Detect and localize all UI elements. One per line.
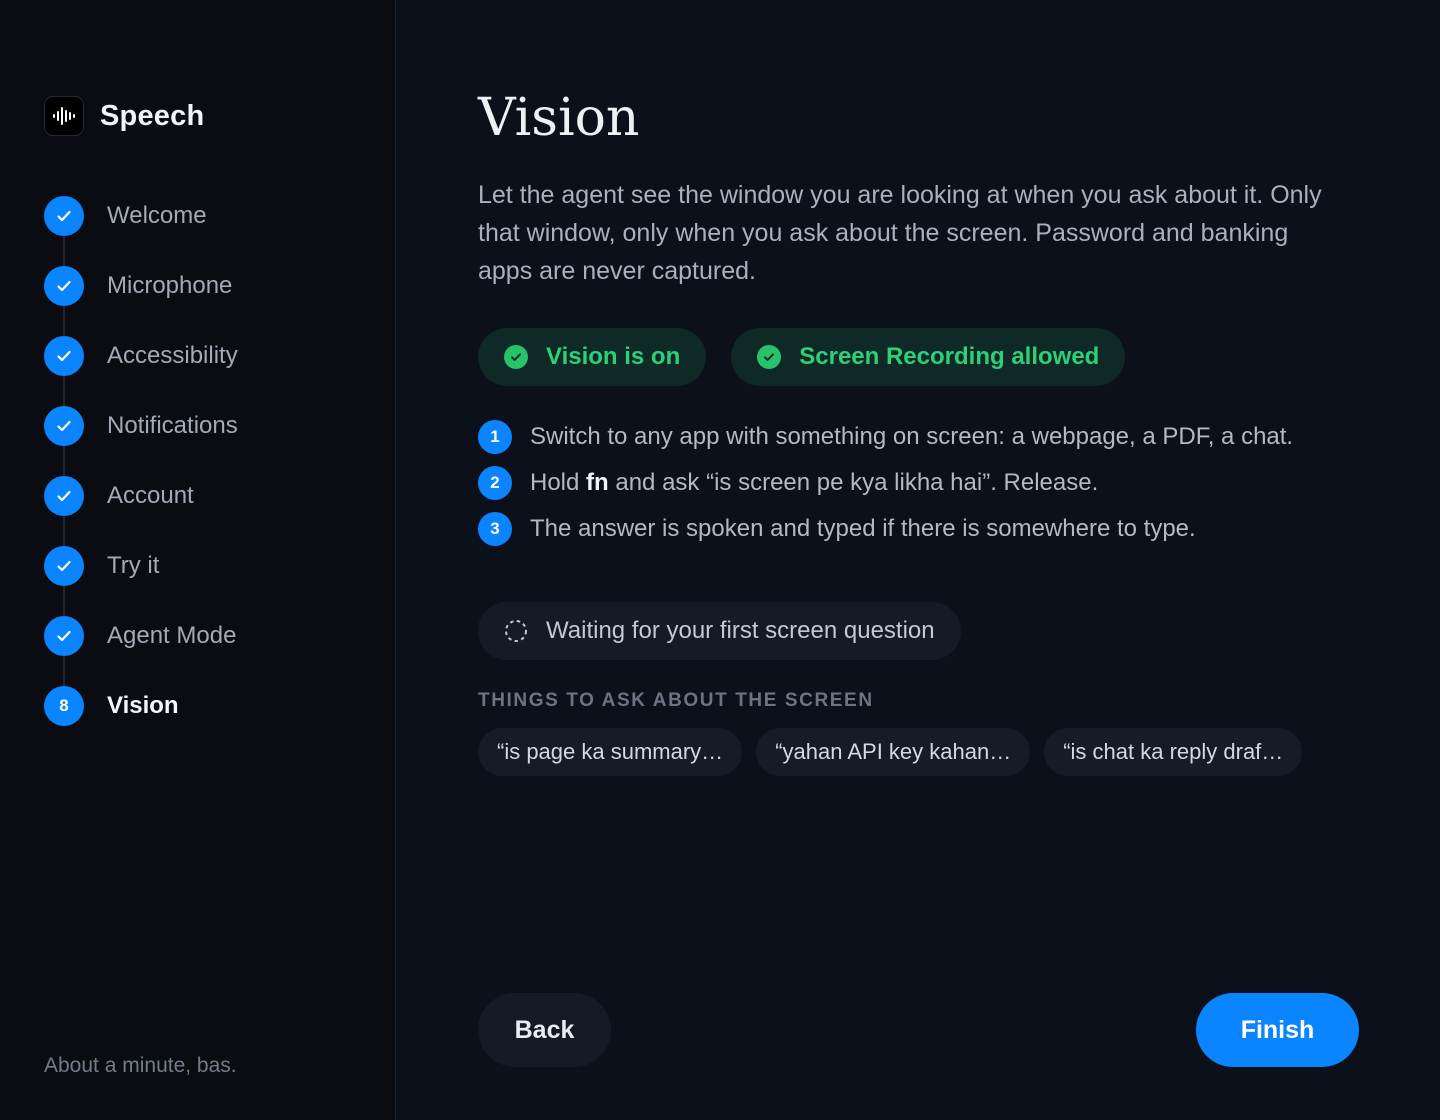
page-description: Let the agent see the window you are loo… [478,181,1322,285]
step-vision[interactable]: 8 Vision [44,686,364,726]
loading-spinner-icon [504,619,528,643]
suggestion-chip[interactable]: “is page ka summary… [478,728,743,776]
step-label: Notifications [107,412,238,439]
instruction-list: 1 Switch to any app with something on sc… [478,420,1298,558]
check-icon [44,406,84,446]
waiting-status: Waiting for your first screen question [478,602,961,660]
step-microphone[interactable]: Microphone [44,266,364,306]
step-label: Try it [107,552,160,579]
instruction-number: 1 [478,420,512,454]
status-badge-vision: Vision is on [478,328,707,386]
status-row: Vision is on Screen Recording allowed [478,328,1150,386]
instruction-item: 2 Hold fn and ask “is screen pe kya likh… [478,466,1298,500]
step-accessibility[interactable]: Accessibility [44,336,364,376]
duration-note: About a minute, bas. [44,1054,237,1077]
instruction-text: Switch to any app with something on scre… [530,423,1294,450]
step-label: Account [107,482,194,509]
check-icon [44,546,84,586]
finish-button[interactable]: Finish [1196,993,1359,1067]
instruction-text: Hold fn and ask “is screen pe kya likha … [530,466,1098,498]
sidebar: Speech Welcome Microphone Accessibility … [0,0,396,1120]
step-list: Welcome Microphone Accessibility Notific… [44,196,364,756]
page-title: Vision [478,88,640,148]
step-welcome[interactable]: Welcome [44,196,364,236]
key-name: fn [586,469,609,496]
back-button[interactable]: Back [478,993,611,1067]
instruction-text-before: Hold [530,469,587,496]
instruction-item: 3 The answer is spoken and typed if ther… [478,512,1298,546]
instruction-text-after: and ask “is screen pe kya likha hai”. Re… [608,469,1099,496]
step-notifications[interactable]: Notifications [44,406,364,446]
step-number-badge: 8 [44,686,84,726]
check-icon [44,476,84,516]
step-account[interactable]: Account [44,476,364,516]
check-icon [44,196,84,236]
status-badge-screen-recording: Screen Recording allowed [731,328,1126,386]
step-agent-mode[interactable]: Agent Mode [44,616,364,656]
check-icon [44,336,84,376]
brand: Speech [44,96,204,136]
instruction-item: 1 Switch to any app with something on sc… [478,420,1298,454]
instruction-text: The answer is spoken and typed if there … [530,515,1196,542]
step-label: Vision [107,692,179,719]
suggestion-chip[interactable]: “yahan API key kahan… [756,728,1031,776]
instruction-number: 3 [478,512,512,546]
step-label: Welcome [107,202,207,229]
step-label: Accessibility [107,342,238,369]
status-text: Vision is on [546,343,681,370]
waiting-text: Waiting for your first screen question [546,617,935,644]
brand-name: Speech [100,99,205,132]
suggestion-chips: “is page ka summary… “yahan API key kaha… [478,728,1316,776]
instruction-number: 2 [478,466,512,500]
check-icon [44,616,84,656]
onboarding-window: Speech Welcome Microphone Accessibility … [0,0,1440,1120]
waveform-icon [44,96,84,136]
step-try-it[interactable]: Try it [44,546,364,586]
status-text: Screen Recording allowed [799,343,1100,370]
step-label: Microphone [107,272,233,299]
suggestion-chip[interactable]: “is chat ka reply draf… [1044,728,1303,776]
step-label: Agent Mode [107,622,237,649]
checkmark-circle-icon [757,345,782,369]
checkmark-circle-icon [504,345,528,369]
suggestions-heading: THINGS TO ASK ABOUT THE SCREEN [478,690,874,711]
check-icon [44,266,84,306]
main-panel: Vision Let the agent see the window you … [396,0,1440,1120]
